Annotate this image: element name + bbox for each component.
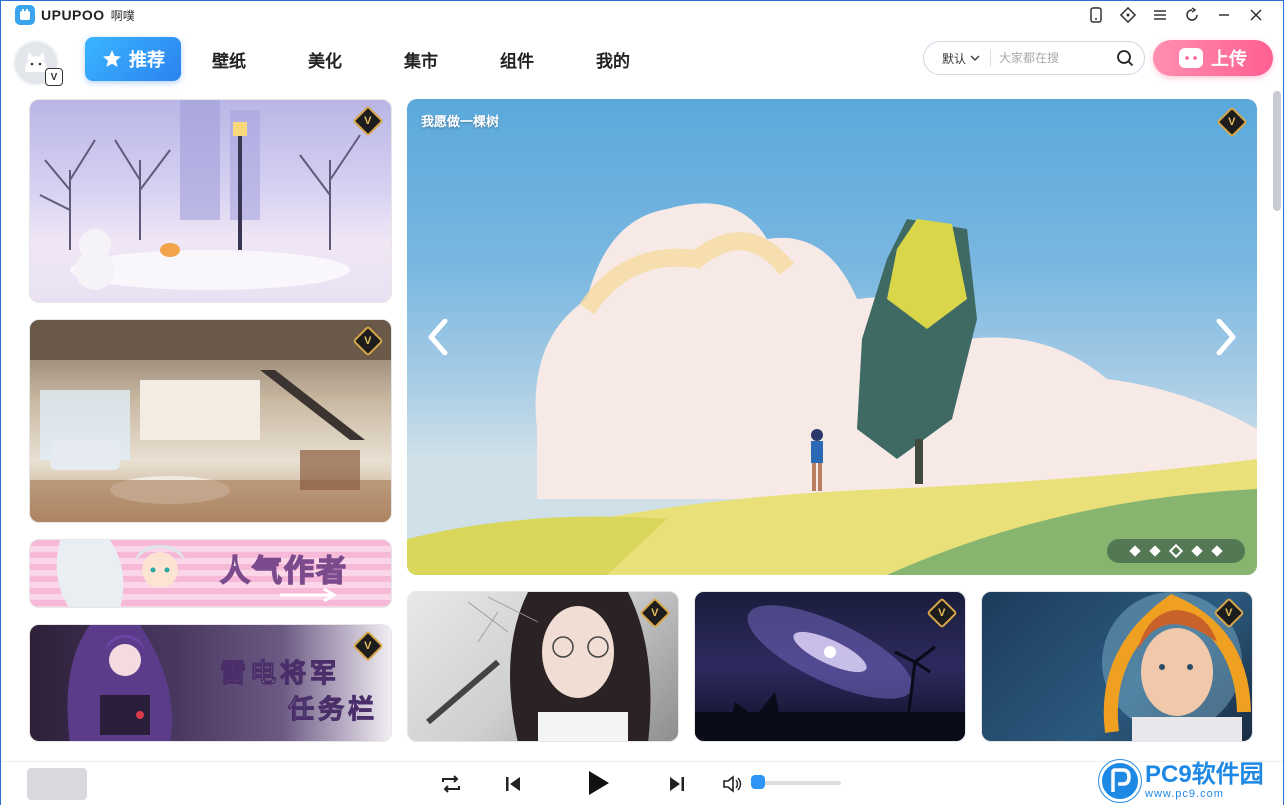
- upload-button[interactable]: 上传: [1153, 40, 1273, 76]
- popular-author-text: 人气作者: [219, 553, 348, 590]
- upload-cat-icon: [1179, 48, 1203, 68]
- banner-dot[interactable]: [1149, 545, 1161, 557]
- app-logo-icon: [15, 5, 35, 25]
- anime-girl-image: [56, 540, 185, 607]
- banner-dot[interactable]: [1191, 545, 1203, 557]
- raiden-character-image: [67, 625, 172, 741]
- tab-widgets[interactable]: 组件: [469, 37, 565, 81]
- astronaut-girl-image: [1102, 592, 1251, 741]
- content-area: V V 人气作者 雷电将军 任务栏 V 我愿做一棵树 V V V V: [1, 89, 1283, 761]
- volume-slider-track[interactable]: [757, 781, 841, 785]
- star-icon: [103, 50, 121, 67]
- raiden-taskbar-card[interactable]: 雷电将军 任务栏 V: [29, 624, 392, 742]
- galaxy-image: [695, 605, 965, 741]
- tab-wallpaper[interactable]: 壁纸: [181, 37, 277, 81]
- tab-label: 组件: [500, 51, 534, 71]
- popular-author-card[interactable]: 人气作者: [29, 539, 392, 608]
- upload-label: 上传: [1211, 49, 1247, 69]
- search-input[interactable]: [999, 51, 1110, 65]
- tablet-icon[interactable]: [1087, 6, 1105, 24]
- refresh-icon[interactable]: [1183, 6, 1201, 24]
- minimize-icon[interactable]: [1215, 6, 1233, 24]
- raiden-subtitle: 任务栏: [287, 695, 379, 726]
- app-subtitle: 啊噗: [110, 8, 135, 23]
- repeat-icon[interactable]: [439, 772, 463, 796]
- girl-glasses-card[interactable]: V: [407, 591, 679, 742]
- next-icon[interactable]: [665, 772, 689, 796]
- tab-recommend[interactable]: 推荐: [85, 37, 181, 81]
- banner-title: 我愿做一棵树: [421, 114, 500, 129]
- tab-label: 集市: [404, 51, 438, 71]
- tab-mine[interactable]: 我的: [565, 37, 661, 81]
- watermark-title: PC9软件园: [1145, 760, 1264, 788]
- tab-label: 壁纸: [212, 51, 246, 71]
- loft-interior-card[interactable]: V: [29, 319, 392, 523]
- title-bar: UPUPOO 啊噗: [1, 1, 1283, 29]
- winter-park-image: [39, 100, 361, 290]
- volume-slider-knob[interactable]: [751, 775, 765, 789]
- tab-label: 美化: [308, 51, 342, 71]
- tab-label: 我的: [596, 51, 630, 71]
- tab-label: 推荐: [129, 50, 165, 70]
- chevron-down-icon: [970, 55, 980, 61]
- winter-park-card[interactable]: V: [29, 99, 392, 303]
- menu-icon[interactable]: [1151, 6, 1169, 24]
- avatar[interactable]: V: [13, 40, 63, 86]
- watermark: PC9软件园 www.pc9.com: [1099, 757, 1284, 805]
- search-icon[interactable]: [1116, 49, 1134, 72]
- nav-bar: V 推荐 壁纸 美化 集市 组件 我的 默认 上传: [1, 31, 1283, 89]
- close-icon[interactable]: [1247, 6, 1265, 24]
- vip-badge: V: [352, 630, 384, 662]
- watermark-logo-icon: [1099, 760, 1141, 802]
- avatar-vip-badge: V: [45, 68, 63, 86]
- now-playing-thumbnail[interactable]: [27, 768, 87, 800]
- player-bar: [1, 761, 1283, 805]
- tab-market[interactable]: 集市: [373, 37, 469, 81]
- arrow-right-icon: [280, 588, 337, 602]
- app-name: UPUPOO: [41, 7, 105, 23]
- scrollbar-thumb[interactable]: [1273, 91, 1281, 211]
- sort-dropdown[interactable]: 默认: [924, 49, 992, 67]
- next-arrow-icon[interactable]: [1211, 317, 1241, 357]
- banner-dot-active[interactable]: [1168, 543, 1184, 559]
- play-icon[interactable]: [583, 768, 613, 798]
- sort-label: 默认: [942, 51, 967, 66]
- galaxy-card[interactable]: V: [694, 591, 966, 742]
- search-box: 默认: [923, 41, 1145, 75]
- loft-interior-image: [30, 320, 391, 522]
- tab-beautify[interactable]: 美化: [277, 37, 373, 81]
- banner-dot[interactable]: [1211, 545, 1223, 557]
- watermark-url: www.pc9.com: [1145, 787, 1224, 800]
- prev-arrow-icon[interactable]: [423, 317, 453, 357]
- banner-image: [407, 203, 1257, 575]
- volume-icon[interactable]: [721, 772, 745, 796]
- banner-dot[interactable]: [1129, 545, 1141, 557]
- raiden-title: 雷电将军: [219, 659, 341, 690]
- main-banner[interactable]: 我愿做一棵树 V: [407, 99, 1257, 575]
- previous-icon[interactable]: [501, 772, 525, 796]
- banner-pagination: [1107, 539, 1245, 563]
- girl-glasses-image: [426, 592, 651, 741]
- astronaut-girl-card[interactable]: V: [981, 591, 1253, 742]
- diamond-icon[interactable]: [1119, 6, 1137, 24]
